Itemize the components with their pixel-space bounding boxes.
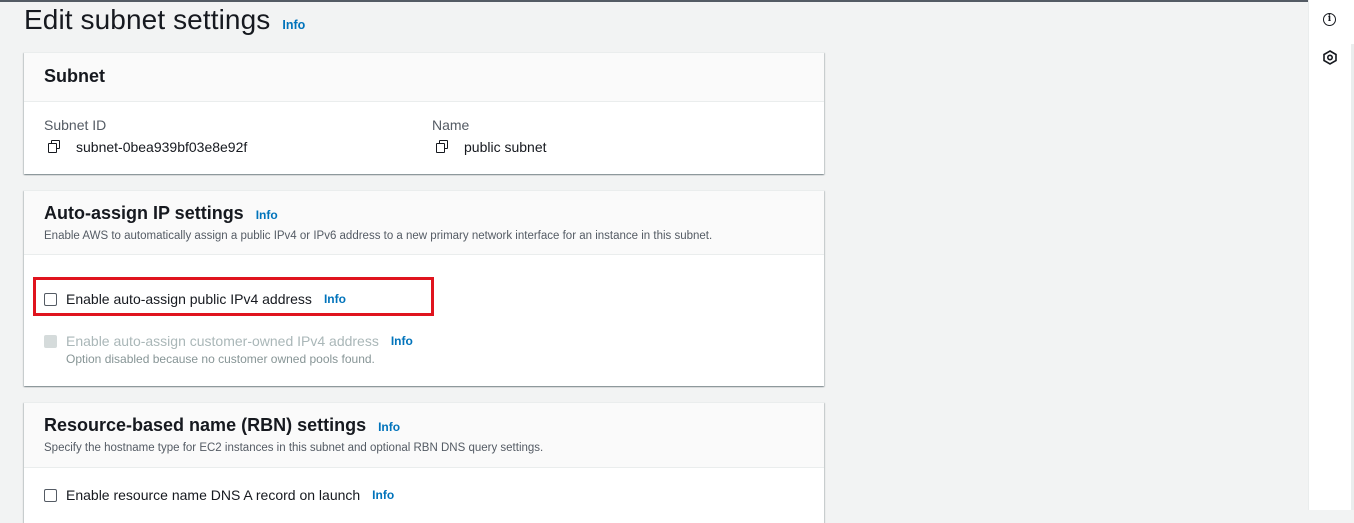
page-title: Edit subnet settings [24, 4, 271, 35]
auto-assign-description: Enable AWS to automatically assign a pub… [44, 230, 713, 242]
rbn-info-link[interactable]: Info [378, 420, 400, 434]
subnet-id-value: subnet-0bea939bf03e8e92f [76, 139, 248, 155]
copy-icon[interactable] [48, 140, 62, 154]
rbn-title-row: Resource-based name (RBN) settings Info [44, 415, 804, 436]
customer-owned-ipv4-checkbox [44, 334, 57, 348]
subnet-panel-header: Subnet [24, 53, 824, 102]
page-info-link[interactable]: Info [282, 18, 305, 32]
auto-assign-title-row: Auto-assign IP settings Info [44, 203, 804, 224]
rbn-panel-title: Resource-based name (RBN) settings [44, 415, 367, 435]
subnet-name-value: public subnet [464, 139, 547, 155]
subnet-id-label: Subnet ID [44, 117, 107, 133]
customer-owned-ipv4-info-link[interactable]: Info [391, 334, 413, 348]
rbn-description: Specify the hostname type for EC2 instan… [44, 442, 544, 454]
subnet-id-value-row: subnet-0bea939bf03e8e92f [44, 139, 247, 155]
rbn-panel-header: Resource-based name (RBN) settings Info … [24, 403, 824, 468]
info-circle-icon[interactable]: i [1323, 13, 1337, 27]
subnet-panel: Subnet Subnet ID subnet-0bea939bf03e8e92… [24, 52, 824, 174]
dns-a-record-info-link[interactable]: Info [372, 488, 394, 502]
main-content: Edit subnet settings Info Subnet Subnet … [0, 0, 1308, 523]
subnet-name-value-row: public subnet [432, 139, 547, 155]
hexagon-settings-icon[interactable] [1323, 50, 1337, 65]
subnet-panel-title: Subnet [44, 66, 105, 86]
subnet-name-label: Name [432, 117, 470, 133]
highlight-annotation-box [33, 277, 434, 316]
copy-icon[interactable] [436, 140, 450, 154]
dns-a-record-label[interactable]: Enable resource name DNS A record on lau… [66, 487, 360, 503]
dns-a-record-option: Enable resource name DNS A record on lau… [44, 487, 394, 503]
auto-assign-info-link[interactable]: Info [256, 208, 278, 222]
page-header: Edit subnet settings Info [24, 4, 305, 40]
customer-owned-ipv4-note: Option disabled because no customer owne… [66, 352, 375, 366]
customer-owned-ipv4-label: Enable auto-assign customer-owned IPv4 a… [66, 333, 379, 349]
right-tools-rail: i [1308, 0, 1354, 510]
rbn-panel: Resource-based name (RBN) settings Info … [24, 402, 824, 523]
auto-assign-panel-header: Auto-assign IP settings Info Enable AWS … [24, 191, 824, 255]
customer-owned-ipv4-option: Enable auto-assign customer-owned IPv4 a… [44, 333, 413, 349]
dns-a-record-checkbox[interactable] [44, 488, 57, 502]
subnet-id-field: Subnet ID subnet-0bea939bf03e8e92f [44, 117, 247, 155]
auto-assign-panel-title: Auto-assign IP settings [44, 203, 244, 223]
subnet-name-field: Name public subnet [432, 117, 547, 155]
